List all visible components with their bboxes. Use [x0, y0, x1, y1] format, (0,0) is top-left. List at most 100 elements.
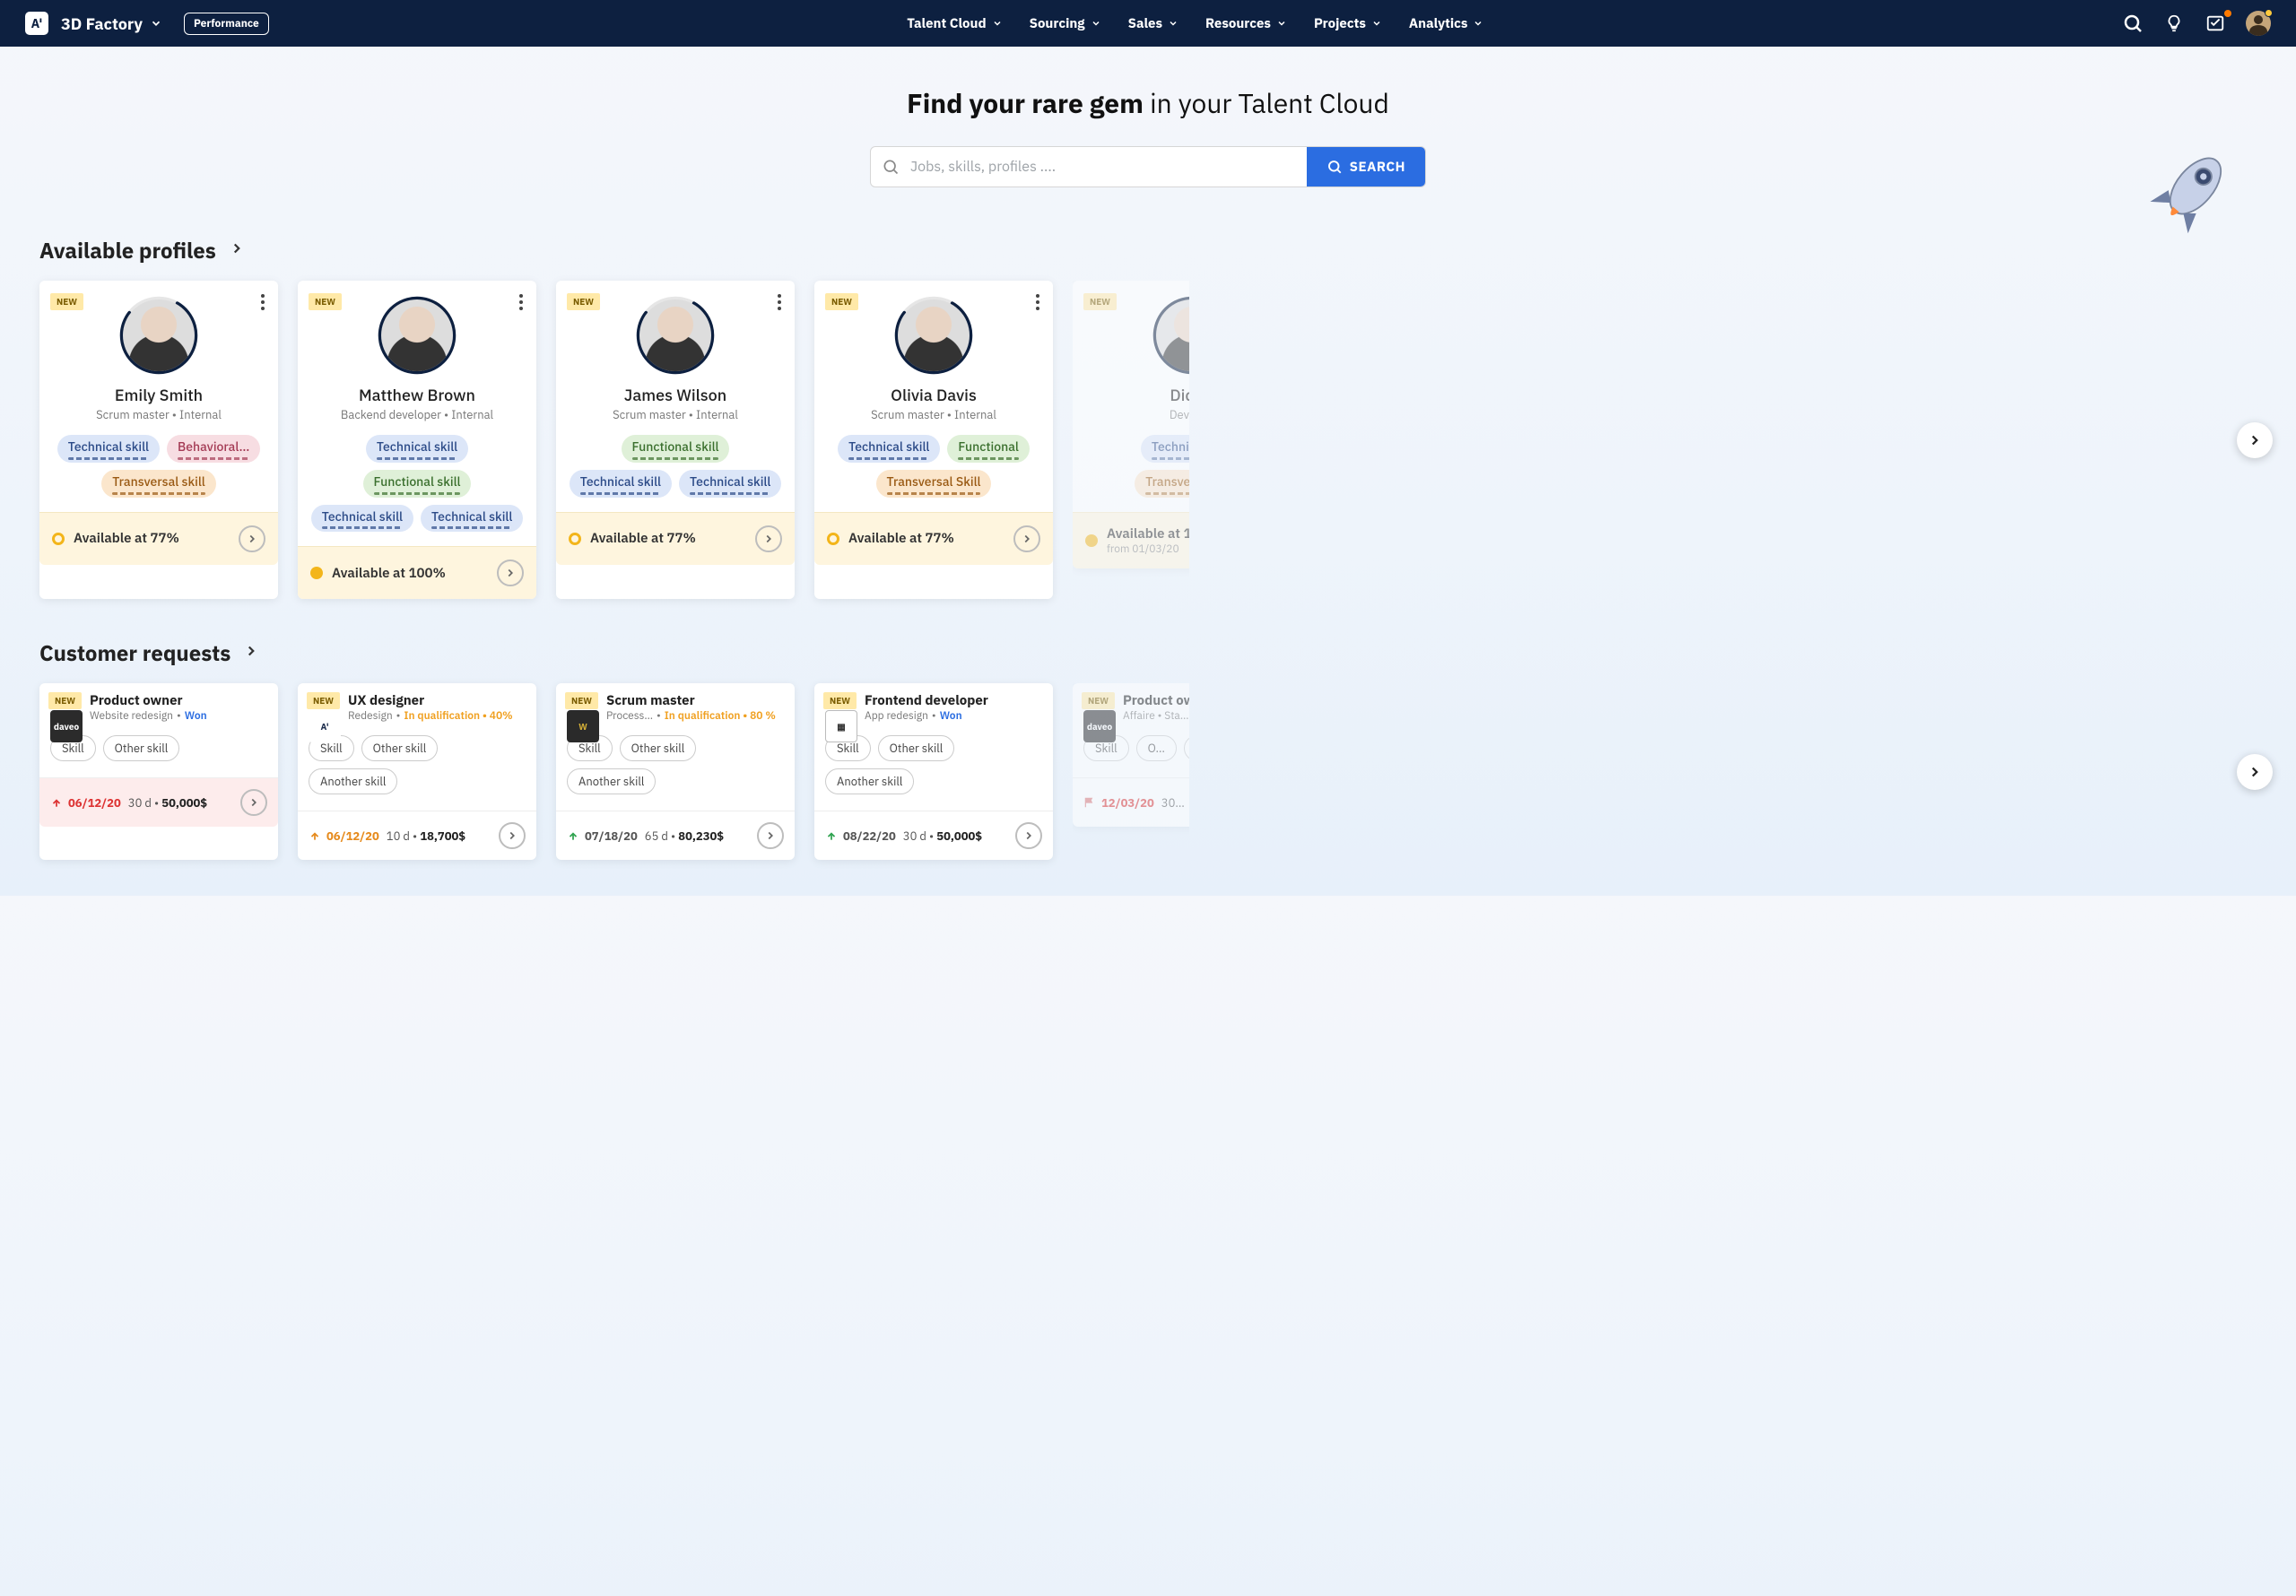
- profile-avatar: [381, 299, 453, 371]
- skill-tag[interactable]: Technical skill: [311, 505, 413, 533]
- request-date: 06/12/20: [50, 795, 121, 811]
- card-menu-icon[interactable]: [518, 293, 524, 316]
- skill-tag[interactable]: Technical skill: [679, 470, 781, 498]
- skill-tag[interactable]: Functional: [947, 435, 1029, 463]
- nav-talent-cloud[interactable]: Talent Cloud: [907, 15, 1002, 32]
- main-nav: Talent Cloud Sourcing Sales Resources Pr…: [907, 15, 1483, 32]
- profile-role: Scrum master • Internal: [814, 407, 1053, 422]
- profile-card[interactable]: NEWEmily SmithScrum master • InternalTec…: [39, 281, 278, 599]
- card-menu-icon[interactable]: [1035, 293, 1040, 316]
- skill-tags: Functional skill Technical skillTechnical…: [556, 422, 795, 512]
- skill-tag[interactable]: Technical skill: [57, 435, 160, 463]
- request-skill-tag[interactable]: Other skill: [620, 735, 697, 761]
- request-card[interactable]: NEWA'UX designerRedesign • In qualificat…: [298, 683, 536, 860]
- profile-card[interactable]: NEWOlivia DavisScrum master • InternalTe…: [814, 281, 1053, 599]
- open-profile-button[interactable]: [1013, 525, 1040, 552]
- request-status: In qualification • 40%: [404, 709, 512, 723]
- nav-sales[interactable]: Sales: [1128, 15, 1178, 32]
- request-title: Frontend developer: [865, 692, 988, 709]
- search-button[interactable]: SEARCH: [1307, 147, 1425, 186]
- open-request-button[interactable]: [499, 822, 526, 849]
- request-skill-tag[interactable]: Other skill: [361, 735, 439, 761]
- request-skill-tag[interactable]: Another skill: [825, 768, 914, 794]
- new-badge: NEW: [48, 692, 82, 709]
- request-subtitle: Affaire • Sta…: [1123, 709, 1189, 723]
- request-skill-tag[interactable]: Other skill: [103, 735, 180, 761]
- availability-indicator-icon: [827, 533, 839, 545]
- request-card[interactable]: NEWdaveoProduct ow…Affaire • Sta…SkillO……: [1073, 683, 1189, 827]
- workspace-switcher[interactable]: 3D Factory: [61, 13, 162, 34]
- request-skill-tag[interactable]: Other skill: [878, 735, 955, 761]
- skill-tag[interactable]: Behavioral…: [167, 435, 260, 463]
- skill-tags: Technical skillFunctional Transversal Ski…: [814, 422, 1053, 512]
- inbox-icon[interactable]: [2205, 13, 2226, 34]
- scroll-next-button[interactable]: [2237, 422, 2273, 458]
- request-skill-tag[interactable]: Another skill: [309, 768, 397, 794]
- skill-tags: Technical skill Transversal skill: [1073, 422, 1189, 512]
- trend-up-icon: [567, 829, 579, 842]
- scroll-next-button[interactable]: [2237, 754, 2273, 790]
- nav-projects[interactable]: Projects: [1314, 15, 1382, 32]
- company-logo: daveo: [50, 710, 83, 742]
- skill-tag[interactable]: Transversal skill: [1135, 470, 1189, 498]
- skill-tag[interactable]: Transversal Skill: [876, 470, 992, 498]
- request-header: NEWdaveoProduct ow…Affaire • Sta…: [1073, 683, 1189, 730]
- requests-row: NEWdaveoProduct ownerWebsite redesign • …: [39, 683, 2257, 860]
- skill-tag[interactable]: Technical skill: [1141, 435, 1189, 463]
- open-profile-button[interactable]: [239, 525, 265, 552]
- requests-section: Customer requests NEWdaveoProduct ownerW…: [39, 638, 2257, 860]
- open-profile-button[interactable]: [755, 525, 782, 552]
- card-menu-icon[interactable]: [777, 293, 782, 316]
- request-card[interactable]: NEWWScrum masterProcess… • In qualificat…: [556, 683, 795, 860]
- card-menu-icon[interactable]: [260, 293, 265, 316]
- request-skill-tag[interactable]: Another skill: [1184, 735, 1189, 761]
- app-logo[interactable]: A': [25, 12, 48, 35]
- request-header: NEWA'UX designerRedesign • In qualificat…: [298, 683, 536, 730]
- nav-sourcing[interactable]: Sourcing: [1030, 15, 1101, 32]
- profile-card[interactable]: NEWDidierDevelo...Technical skillTransve…: [1073, 281, 1189, 568]
- request-footer: 06/12/2030 d • 50,000$: [39, 777, 278, 827]
- section-expand-icon[interactable]: [229, 240, 245, 261]
- open-request-button[interactable]: [240, 789, 267, 816]
- skill-tag[interactable]: Functional skill: [622, 435, 730, 463]
- skill-tag[interactable]: Technical skill: [838, 435, 940, 463]
- trend-up-icon: [50, 796, 63, 809]
- chevron-down-icon: [1473, 18, 1483, 29]
- availability-indicator-icon: [569, 533, 581, 545]
- profile-card[interactable]: NEWJames WilsonScrum master • InternalFu…: [556, 281, 795, 599]
- lightbulb-icon[interactable]: [2163, 13, 2185, 34]
- skill-tag[interactable]: Functional skill: [363, 470, 472, 498]
- profile-role: Backend developer • Internal: [298, 407, 536, 422]
- request-card[interactable]: NEWdaveoProduct ownerWebsite redesign • …: [39, 683, 278, 860]
- notification-dot: [2224, 10, 2231, 17]
- workspace-name: 3D Factory: [61, 13, 143, 34]
- skill-tag[interactable]: Technical skill: [421, 505, 523, 533]
- new-badge: NEW: [823, 692, 857, 709]
- nav-resources[interactable]: Resources: [1205, 15, 1287, 32]
- request-skill-tag[interactable]: Another skill: [567, 768, 656, 794]
- request-status: Won: [940, 709, 962, 723]
- open-profile-button[interactable]: [497, 559, 524, 586]
- user-avatar[interactable]: [2246, 11, 2271, 36]
- hero-search: SEARCH: [870, 146, 1426, 187]
- profile-name: Emily Smith: [39, 385, 278, 405]
- request-skill-tag[interactable]: O…: [1136, 735, 1177, 761]
- request-card[interactable]: NEW▦Frontend developerApp redesign • Won…: [814, 683, 1053, 860]
- request-meta: 65 d • 80,230$: [645, 828, 750, 844]
- skill-tag[interactable]: Technical skill: [366, 435, 468, 463]
- profile-role: Scrum master • Internal: [39, 407, 278, 422]
- search-input[interactable]: [910, 147, 1307, 186]
- availability-ring: [891, 293, 976, 377]
- nav-analytics[interactable]: Analytics: [1409, 15, 1484, 32]
- search-icon[interactable]: [2122, 13, 2144, 34]
- skill-tag[interactable]: Transversal skill: [101, 470, 216, 498]
- profile-card[interactable]: NEWMatthew BrownBackend developer • Inte…: [298, 281, 536, 599]
- skill-tag[interactable]: Technical skill: [570, 470, 672, 498]
- performance-chip[interactable]: Performance: [184, 13, 269, 35]
- section-expand-icon[interactable]: [243, 643, 259, 664]
- profile-name: James Wilson: [556, 385, 795, 405]
- chevron-down-icon: [150, 17, 162, 30]
- open-request-button[interactable]: [1015, 822, 1042, 849]
- new-badge: NEW: [1082, 692, 1115, 709]
- open-request-button[interactable]: [757, 822, 784, 849]
